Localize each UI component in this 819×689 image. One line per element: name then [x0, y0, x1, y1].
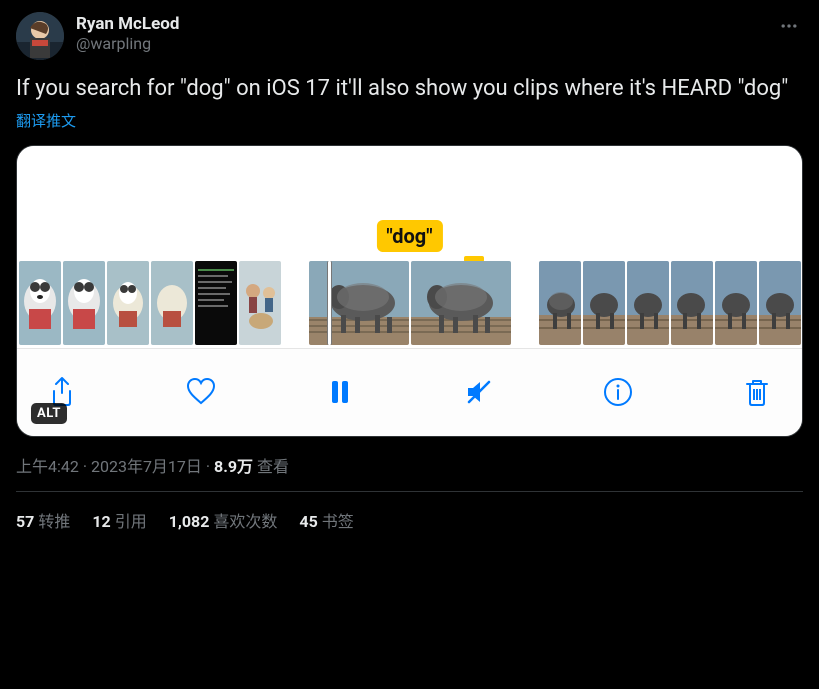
timestamp[interactable]: 上午4:42 · 2023年7月17日: [16, 457, 202, 476]
thumbnail: [239, 261, 281, 345]
alt-badge[interactable]: ALT: [31, 403, 67, 424]
thumbnail: [411, 261, 511, 345]
more-icon[interactable]: [775, 12, 803, 40]
thumbnail: [107, 261, 149, 345]
thumbnail: [309, 261, 409, 345]
mute-icon[interactable]: [462, 375, 496, 409]
pause-icon[interactable]: [323, 375, 357, 409]
thumbnail: [539, 261, 581, 345]
tweet-container: Ryan McLeod @warpling If you search for …: [0, 0, 819, 532]
clip-group-1: [19, 261, 281, 345]
clip-group-2: [309, 261, 511, 345]
divider: [16, 491, 803, 492]
thumbnail: [63, 261, 105, 345]
thumbnail: [151, 261, 193, 345]
clip-group-3: [539, 261, 801, 345]
display-name: Ryan McLeod: [76, 14, 775, 34]
tweet-stats: 57转推 12引用 1,082喜欢次数 45书签: [16, 508, 803, 532]
tweet-text: If you search for "dog" on iOS 17 it'll …: [16, 74, 803, 104]
views-count: 8.9万: [214, 457, 253, 476]
playhead-indicator[interactable]: [327, 261, 332, 345]
bookmarks-stat[interactable]: 45书签: [299, 508, 353, 532]
media-header-area: "dog": [17, 146, 802, 258]
views-label: 查看: [257, 457, 289, 476]
thumbnail: [19, 261, 61, 345]
thumbnail: [759, 261, 801, 345]
translate-link[interactable]: 翻译推文: [16, 110, 803, 131]
trash-icon[interactable]: [740, 375, 774, 409]
avatar[interactable]: [16, 12, 64, 60]
search-term-badge: "dog": [376, 220, 442, 252]
media-attachment[interactable]: "dog": [16, 145, 803, 437]
info-icon[interactable]: [601, 375, 635, 409]
heart-icon[interactable]: [184, 375, 218, 409]
handle: @warpling: [76, 34, 775, 53]
tweet-header: Ryan McLeod @warpling: [16, 12, 803, 60]
thumbnail: [671, 261, 713, 345]
likes-stat[interactable]: 1,082喜欢次数: [169, 508, 278, 532]
thumbnail: [627, 261, 669, 345]
retweets-stat[interactable]: 57转推: [16, 508, 70, 532]
thumbnail: [583, 261, 625, 345]
author-block[interactable]: Ryan McLeod @warpling: [76, 12, 775, 54]
thumbnail: [715, 261, 757, 345]
quotes-stat[interactable]: 12引用: [92, 508, 146, 532]
tweet-meta: 上午4:42 · 2023年7月17日 · 8.9万 查看: [16, 453, 803, 477]
video-timeline[interactable]: [17, 258, 802, 348]
thumbnail: [195, 261, 237, 345]
media-toolbar: [17, 348, 802, 436]
